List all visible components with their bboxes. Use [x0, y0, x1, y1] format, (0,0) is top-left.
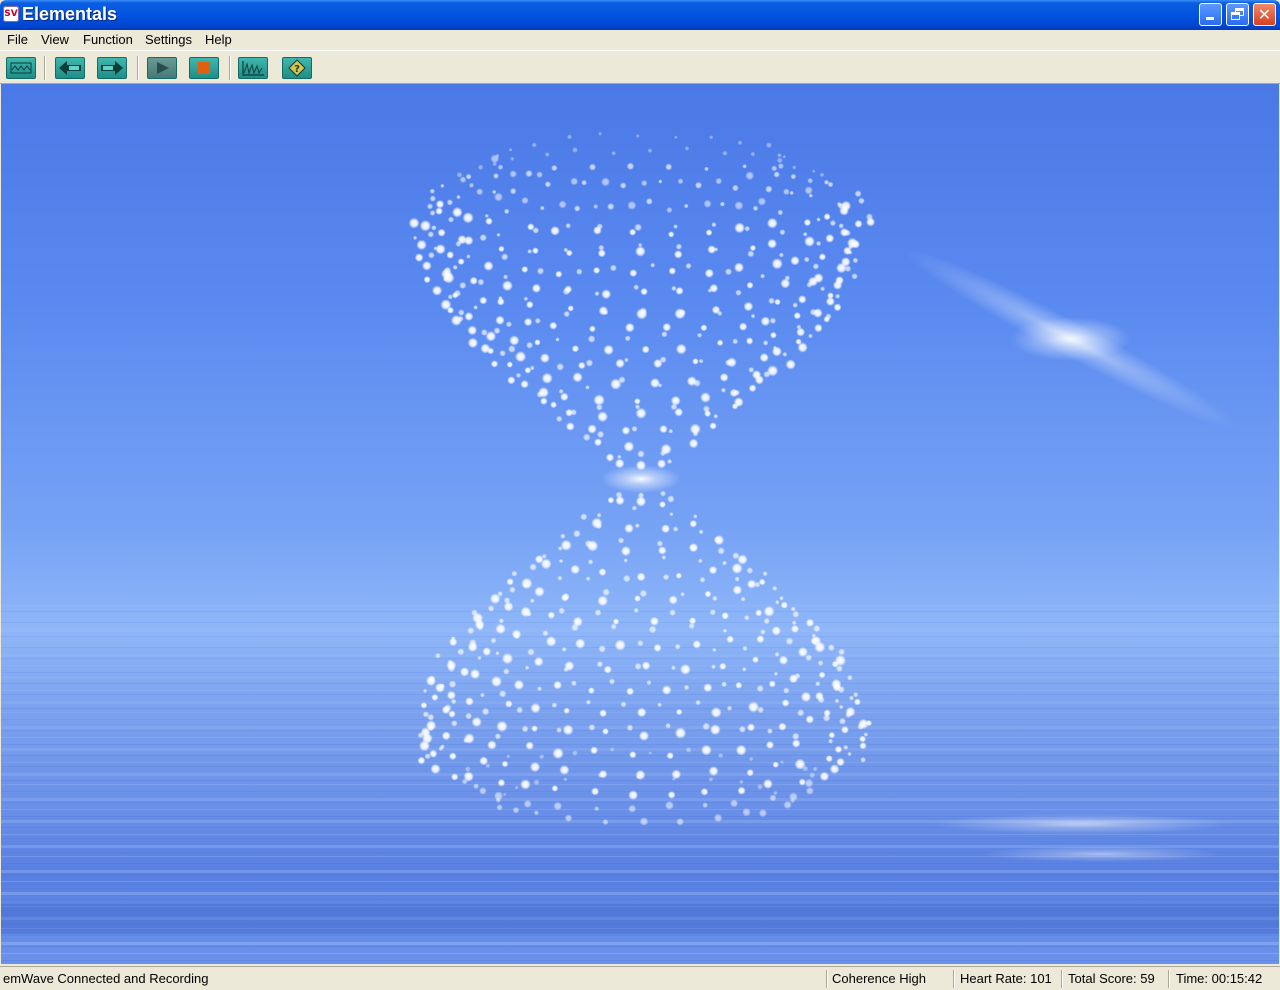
status-bar: emWave Connected and Recording Coherence… [0, 966, 1280, 990]
close-icon: ✕ [1257, 5, 1272, 24]
menu-settings[interactable]: Settings [145, 32, 192, 47]
play-icon [157, 62, 169, 74]
restore-button[interactable] [1226, 3, 1249, 26]
coherence-screen-icon [10, 62, 32, 74]
minimize-icon [1206, 17, 1214, 20]
particle-hourglass [1, 131, 1279, 961]
toolbar: ? [0, 50, 1280, 84]
help-question-icon: ? [288, 59, 306, 77]
stop-button[interactable] [189, 57, 219, 79]
total-score-status: Total Score: 59 [1068, 971, 1155, 986]
stop-icon [198, 62, 210, 74]
menu-file[interactable]: File [7, 32, 28, 47]
water-reflection [1, 604, 1279, 961]
heart-rhythm-button[interactable] [238, 57, 268, 79]
menu-view[interactable]: View [41, 32, 69, 47]
close-button[interactable]: ✕ [1253, 3, 1276, 26]
time-status: Time: 00:15:42 [1176, 971, 1263, 986]
previous-arrow-icon [59, 61, 81, 75]
minimize-button[interactable] [1199, 3, 1222, 26]
menu-bar: File View Function Settings Help [0, 30, 1280, 50]
play-button[interactable] [147, 57, 177, 79]
connection-status: emWave Connected and Recording [3, 971, 209, 986]
coherence-status: Coherence High [832, 971, 926, 986]
menu-function[interactable]: Function [83, 32, 133, 47]
next-arrow-icon [101, 61, 123, 75]
title-bar[interactable]: SV Elementals ✕ [0, 0, 1280, 30]
visualization-scene [1, 84, 1279, 964]
water-glint [931, 814, 1231, 834]
heart-rate-status: Heart Rate: 101 [960, 971, 1052, 986]
heart-rhythm-chart-icon [242, 61, 264, 76]
app-icon: SV [3, 6, 19, 22]
next-button[interactable] [97, 57, 127, 79]
menu-help[interactable]: Help [205, 32, 232, 47]
coherence-screen-button[interactable] [6, 57, 36, 79]
help-button[interactable]: ? [282, 57, 312, 79]
window-title: Elementals [22, 4, 118, 24]
svg-text:?: ? [294, 64, 300, 75]
previous-button[interactable] [55, 57, 85, 79]
